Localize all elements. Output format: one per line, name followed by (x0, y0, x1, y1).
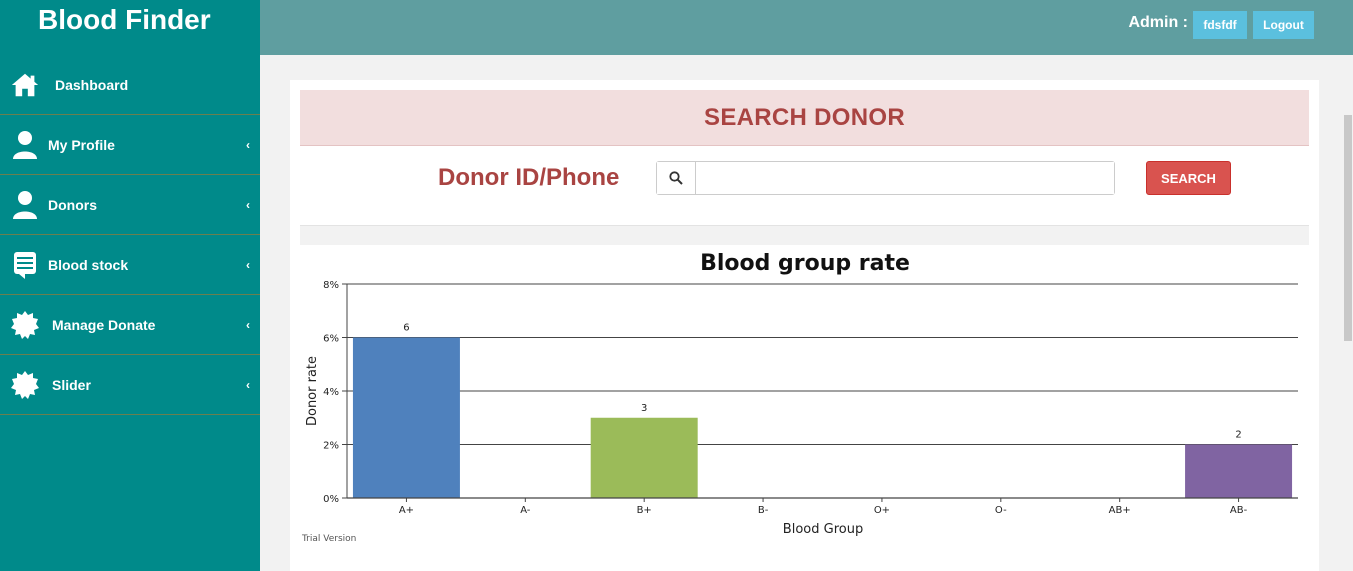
list-icon (10, 250, 40, 280)
x-tick-label: B- (758, 505, 769, 516)
donor-field-label: Donor ID/Phone (438, 164, 620, 191)
chart-svg: Blood group rate Donor rate Blood Group … (301, 251, 1298, 544)
x-tick-label: AB+ (1109, 505, 1131, 516)
bar-data-label: 6 (403, 323, 409, 334)
search-button[interactable]: SEARCH (1146, 161, 1231, 195)
top-navbar: Admin : fdsfdf Logout (260, 0, 1353, 55)
user-icon (10, 130, 40, 160)
page-scrollbar[interactable] (1343, 55, 1353, 571)
badge-icon (10, 370, 40, 400)
sidebar: Blood Finder Dashboard My Profile ‹ Dono… (0, 0, 260, 571)
x-tick-label: O+ (874, 505, 890, 516)
y-tick-label: 6% (323, 334, 339, 345)
y-tick-label: 0% (323, 494, 339, 505)
blood-group-chart: Blood group rate Donor rate Blood Group … (300, 245, 1310, 550)
chevron-left-icon: ‹ (246, 257, 250, 272)
home-icon (10, 70, 40, 100)
watermark-text: Trial Version (301, 534, 356, 544)
sidebar-item-label: Donors (48, 196, 97, 213)
sidebar-item-label: Slider (52, 376, 91, 393)
search-header: SEARCH DONOR (300, 90, 1309, 146)
sidebar-item-slider[interactable]: Slider ‹ (0, 355, 260, 415)
sidebar-item-donors[interactable]: Donors ‹ (0, 175, 260, 235)
sidebar-item-my-profile[interactable]: My Profile ‹ (0, 115, 260, 175)
sidebar-item-blood-stock[interactable]: Blood stock ‹ (0, 235, 260, 295)
chart-bar (590, 417, 698, 498)
x-tick-label: O- (995, 505, 1007, 516)
search-icon (657, 162, 696, 194)
x-tick-label: A- (520, 505, 531, 516)
chart-bar (1185, 444, 1293, 498)
badge-icon (10, 310, 40, 340)
chevron-left-icon: ‹ (246, 197, 250, 212)
sidebar-item-manage-donate[interactable]: Manage Donate ‹ (0, 295, 260, 355)
y-tick-label: 2% (323, 441, 339, 452)
bar-data-label: 3 (641, 403, 647, 414)
user-button[interactable]: fdsfdf (1193, 11, 1247, 39)
chart-bar (352, 337, 460, 498)
search-input-group (656, 161, 1115, 195)
bar-data-label: 2 (1235, 430, 1241, 441)
admin-label: Admin : (1128, 14, 1188, 31)
divider-strip (300, 225, 1309, 245)
chart-y-axis-label: Donor rate (305, 356, 320, 426)
y-tick-label: 4% (323, 387, 339, 398)
sidebar-item-dashboard[interactable]: Dashboard (0, 55, 260, 115)
chart-x-axis-label: Blood Group (783, 522, 863, 537)
search-header-title: SEARCH DONOR (704, 103, 905, 131)
chart-title: Blood group rate (700, 251, 910, 276)
chevron-left-icon: ‹ (246, 377, 250, 392)
sidebar-item-label: Dashboard (55, 76, 129, 93)
x-tick-label: AB- (1230, 505, 1248, 516)
logout-button[interactable]: Logout (1253, 11, 1314, 39)
x-tick-label: A+ (399, 505, 414, 516)
chevron-left-icon: ‹ (246, 137, 250, 152)
donor-search-input[interactable] (696, 162, 1114, 194)
x-tick-label: B+ (637, 505, 652, 516)
y-tick-label: 8% (323, 280, 339, 291)
scrollbar-thumb[interactable] (1344, 115, 1352, 341)
sidebar-item-label: My Profile (48, 136, 115, 153)
brand-title: Blood Finder (38, 4, 211, 35)
sidebar-item-label: Blood stock (48, 256, 129, 273)
sidebar-item-label: Manage Donate (52, 316, 156, 333)
user-icon (10, 190, 40, 220)
chevron-left-icon: ‹ (246, 317, 250, 332)
